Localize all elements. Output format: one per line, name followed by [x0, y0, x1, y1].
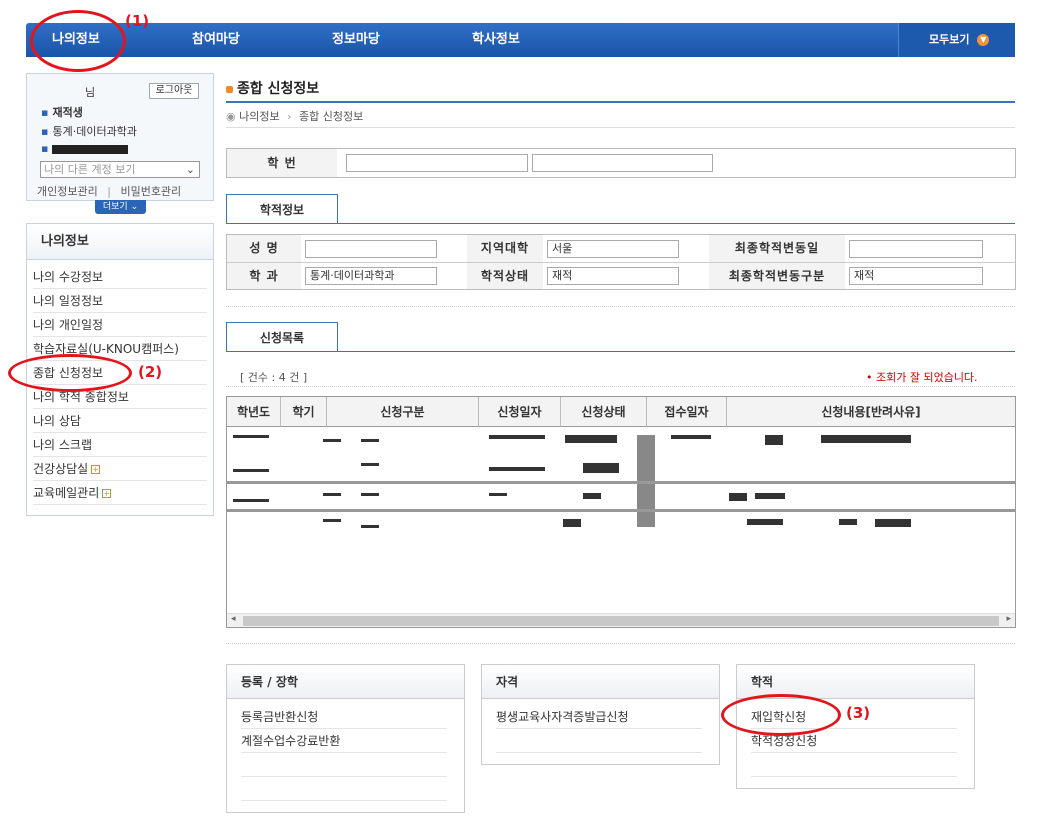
view-all-button[interactable]: 모두보기 ▼: [898, 23, 1015, 57]
student-no-input-1[interactable]: [346, 154, 528, 172]
more-button[interactable]: 더보기 ⌄: [95, 200, 146, 214]
breadcrumb: ◉ 나의정보 › 종합 신청정보: [226, 110, 364, 123]
annotation-label-1: (1): [125, 12, 150, 30]
annotation-circle-2: [8, 354, 132, 392]
sidebar-item-health[interactable]: 건강상담실 +: [33, 458, 207, 481]
user-box: 님 로그아웃 ▪ 재적생 ▪ 통계·데이터과학과 ▪ 나의 다른 계정 보기 ⌄ 개…: [26, 73, 214, 201]
nav-information[interactable]: 정보마당: [332, 23, 380, 57]
last-change-type-label: 최종학적변동구분: [709, 263, 845, 289]
annotation-label-3: (3): [846, 704, 871, 722]
view-all-label: 모두보기: [929, 33, 970, 46]
expand-icon[interactable]: +: [91, 465, 101, 474]
panel-registration: 등록 / 장학 등록금반환신청 계절수업수강료반환: [226, 664, 465, 813]
horizontal-scrollbar[interactable]: ◂ ▸: [227, 613, 1015, 627]
list-item: [241, 777, 447, 801]
sidebar-item-scrap[interactable]: 나의 스크랩: [33, 434, 207, 457]
side-menu-title: 나의정보: [27, 224, 213, 260]
nav-participation[interactable]: 참여마당: [192, 23, 240, 57]
link-certificate[interactable]: 평생교육사자격증발급신청: [496, 705, 702, 729]
sidebar-item-personal-schedule[interactable]: 나의 개인일정: [33, 314, 207, 337]
scroll-thumb[interactable]: [243, 616, 999, 626]
tab-academic-info[interactable]: 학적정보: [226, 194, 338, 224]
chevron-down-icon: ▼: [977, 34, 990, 46]
name-field[interactable]: [305, 240, 437, 258]
sidebar-item-courses[interactable]: 나의 수강정보: [33, 266, 207, 289]
logout-button[interactable]: 로그아웃: [149, 83, 199, 99]
scroll-left-icon[interactable]: ◂: [231, 614, 236, 624]
region-label: 지역대학: [467, 235, 543, 262]
page-title: 종합 신청정보: [226, 78, 319, 98]
user-dept: ▪ 통계·데이터과학과: [41, 125, 137, 138]
student-no-label: 학 번: [227, 149, 337, 177]
result-count: [ 건수 : 4 건 ]: [240, 371, 308, 384]
user-name-suffix: 님: [85, 86, 96, 99]
link-tuition-refund[interactable]: 등록금반환신청: [241, 705, 447, 729]
academic-info-table: 성 명 지역대학 서울 최종학적변동일 학 과 통계·데이터과학과 학적상태 재…: [226, 234, 1016, 290]
user-extra-redacted: ▪: [41, 142, 129, 155]
col-type[interactable]: 신청구분: [327, 397, 479, 427]
annotation-circle-1: [30, 10, 126, 72]
col-year[interactable]: 학년도: [227, 397, 281, 427]
region-field[interactable]: 서울: [547, 240, 679, 258]
annotation-circle-3: [721, 694, 841, 736]
application-grid: 학년도 학기 신청구분 신청일자 신청상태 접수일자 신청내용[반려사유] ◂ …: [226, 396, 1016, 628]
bullet-icon: [226, 85, 233, 93]
col-date[interactable]: 신청일자: [479, 397, 561, 427]
list-item: [751, 753, 957, 777]
user-status: ▪ 재적생: [41, 106, 83, 119]
panel-qualification: 자격 평생교육사자격증발급신청: [481, 664, 720, 765]
tab-application-list[interactable]: 신청목록: [226, 322, 338, 352]
panel-title: 자격: [482, 665, 719, 699]
annotation-label-2: (2): [138, 363, 163, 381]
sidebar-item-schedule[interactable]: 나의 일정정보: [33, 290, 207, 313]
status-field[interactable]: 재적: [547, 267, 679, 285]
top-nav: 나의정보 참여마당 정보마당 학사정보 모두보기 ▼: [26, 23, 1015, 57]
col-semester[interactable]: 학기: [281, 397, 327, 427]
grid-header: 학년도 학기 신청구분 신청일자 신청상태 접수일자 신청내용[반려사유]: [227, 397, 1015, 427]
status-label: 학적상태: [467, 263, 543, 289]
panel-title: 등록 / 장학: [227, 665, 464, 699]
chevron-down-icon: ⌄: [185, 163, 195, 176]
col-received[interactable]: 접수일자: [647, 397, 727, 427]
password-link[interactable]: 비밀번호관리: [120, 185, 181, 198]
col-state[interactable]: 신청상태: [561, 397, 647, 427]
user-links: 개인정보관리 | 비밀번호관리: [37, 185, 182, 198]
expand-icon[interactable]: +: [102, 489, 112, 498]
sidebar-item-email[interactable]: 교육메일관리 +: [33, 482, 207, 505]
student-no-input-2[interactable]: [532, 154, 713, 172]
personal-info-link[interactable]: 개인정보관리: [37, 185, 98, 198]
last-change-date-field[interactable]: [849, 240, 983, 258]
student-no-row: 학 번: [226, 148, 1016, 178]
breadcrumb-item[interactable]: 나의정보: [239, 110, 279, 123]
home-circle-icon: ◉: [226, 110, 236, 123]
last-change-type-field[interactable]: 재적: [849, 267, 983, 285]
status-message: • 조회가 잘 되었습니다.: [866, 371, 978, 384]
last-change-date-label: 최종학적변동일: [709, 235, 845, 262]
col-content[interactable]: 신청내용[반려사유]: [727, 397, 1015, 427]
nav-academic[interactable]: 학사정보: [472, 23, 520, 57]
list-item: [241, 753, 447, 777]
scroll-right-icon[interactable]: ▸: [1006, 614, 1011, 624]
list-item: [496, 729, 702, 753]
link-seasonal-refund[interactable]: 계절수업수강료반환: [241, 729, 447, 753]
breadcrumb-item: 종합 신청정보: [299, 110, 364, 123]
name-label: 성 명: [227, 235, 301, 262]
account-select[interactable]: 나의 다른 계정 보기 ⌄: [40, 161, 200, 178]
sidebar-item-counseling[interactable]: 나의 상담: [33, 410, 207, 433]
dept-field[interactable]: 통계·데이터과학과: [305, 267, 437, 285]
dept-label: 학 과: [227, 263, 301, 289]
